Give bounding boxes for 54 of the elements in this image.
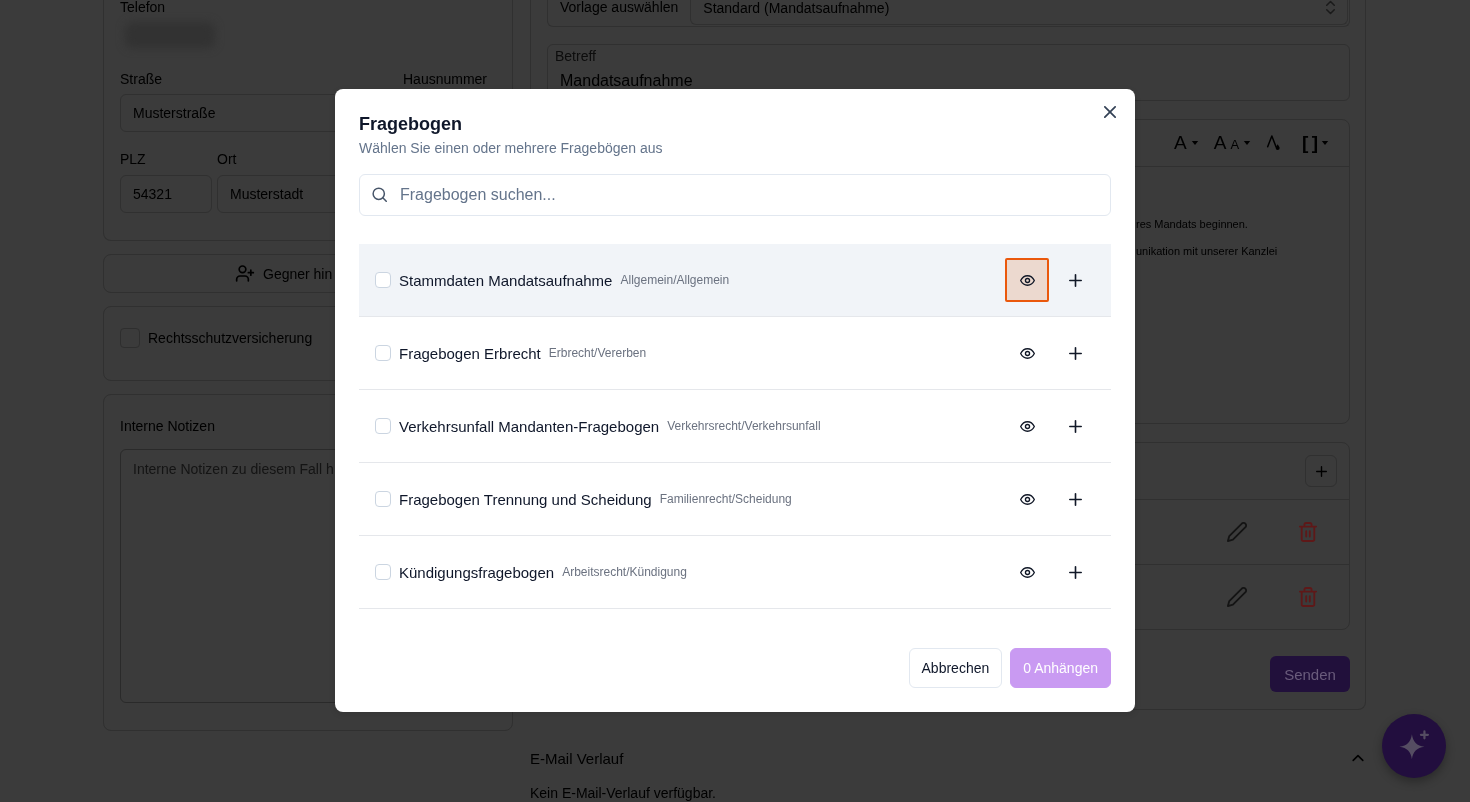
questionnaire-title: Fragebogen Erbrecht bbox=[399, 344, 541, 362]
chevron-up-down-icon bbox=[1326, 0, 1335, 15]
preview-button[interactable] bbox=[1005, 258, 1049, 302]
field-label: Ort bbox=[217, 150, 237, 169]
plus-icon bbox=[1068, 273, 1082, 287]
eye-icon bbox=[1019, 274, 1035, 286]
checkbox-label: Rechtsschutzversicherung bbox=[148, 329, 313, 348]
zip-field[interactable]: 54321 bbox=[120, 175, 212, 213]
category-label: Verkehrsrecht/Verkehrsunfall bbox=[667, 419, 821, 433]
add-attachment-button[interactable] bbox=[1305, 455, 1337, 487]
field-value: Mandatsaufnahme bbox=[560, 71, 693, 91]
select-value: Standard (Mandatsaufnahme) bbox=[703, 0, 890, 16]
field-label: Hausnummer bbox=[403, 70, 488, 89]
empty-state-text: Kein E-Mail-Verlauf verfügbar. bbox=[530, 785, 716, 801]
plus-icon bbox=[1068, 346, 1082, 360]
field-label: Telefon bbox=[120, 0, 166, 14]
eye-icon bbox=[1019, 347, 1035, 359]
plus-icon bbox=[1068, 492, 1082, 506]
body-text: unikation mit unserer Kanzlei bbox=[1136, 244, 1278, 258]
questionnaire-title: Verkehrsunfall Mandanten-Fragebogen bbox=[399, 417, 660, 435]
plus-icon bbox=[1068, 419, 1082, 433]
eye-icon bbox=[1019, 493, 1035, 505]
template-select[interactable]: Standard (Mandatsaufnahme) bbox=[690, 0, 1348, 25]
eye-icon bbox=[1019, 420, 1035, 432]
eye-icon bbox=[1019, 566, 1035, 578]
send-button[interactable]: Senden bbox=[1270, 656, 1350, 692]
bracket-button[interactable]: [ ] bbox=[1302, 133, 1329, 153]
user-plus-icon bbox=[235, 264, 255, 283]
field-label: Straße bbox=[120, 70, 162, 89]
field-label: PLZ bbox=[120, 150, 146, 169]
plus-icon bbox=[1315, 465, 1327, 477]
chevron-up-icon[interactable] bbox=[1352, 754, 1364, 762]
font-size-button[interactable]: A A bbox=[1213, 131, 1252, 155]
close-icon bbox=[1104, 106, 1116, 118]
plus-icon bbox=[1068, 565, 1082, 579]
field-label: Interne Notizen bbox=[120, 417, 215, 436]
category-label: Erbrecht/Vererben bbox=[548, 346, 647, 360]
category-label: Familienrecht/Scheidung bbox=[659, 492, 792, 506]
cancel-button[interactable]: Abbrechen bbox=[908, 648, 1003, 688]
dialog-subtitle: Wählen Sie einen oder mehrere Fragebögen aus bbox=[359, 139, 663, 158]
trash-icon[interactable] bbox=[1299, 522, 1317, 542]
trash-icon[interactable] bbox=[1299, 587, 1317, 607]
questionnaire-row[interactable]: Stammdaten Mandatsaufnahme Allgemein/Allgemein bbox=[359, 244, 1111, 317]
pencil-icon[interactable] bbox=[1227, 522, 1247, 542]
pencil-icon[interactable] bbox=[1227, 587, 1247, 607]
search-icon bbox=[372, 187, 387, 202]
section-title: E-Mail Verlauf bbox=[530, 749, 624, 767]
category-label: Allgemein/Allgemein bbox=[620, 273, 730, 287]
field-label: Vorlage auswählen bbox=[560, 0, 679, 14]
close-button[interactable] bbox=[1104, 106, 1116, 118]
font-color-button[interactable]: A bbox=[1174, 133, 1199, 153]
ink-drop-icon[interactable] bbox=[1266, 134, 1282, 152]
search-field[interactable]: Fragebogen suchen... bbox=[359, 174, 1111, 216]
category-label: Arbeitsrecht/Kündigung bbox=[562, 565, 687, 579]
